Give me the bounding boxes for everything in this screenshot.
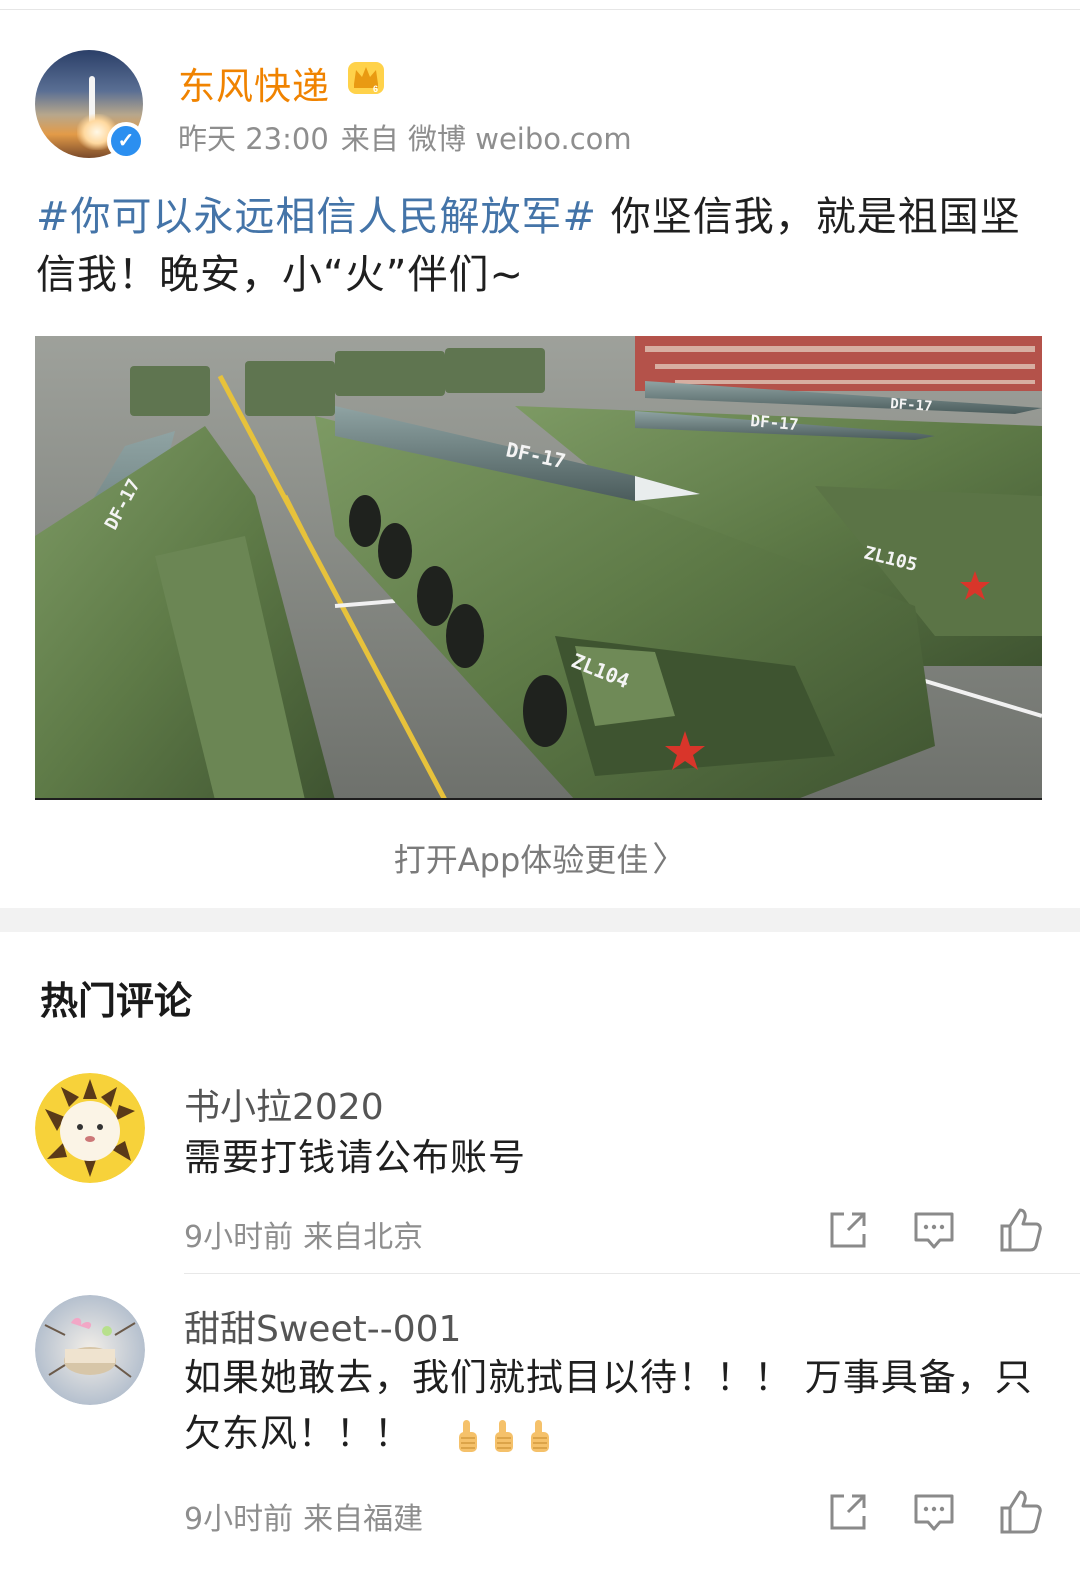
parade-image: DF-17 DF-17 DF-17 DF-17 ZL104 ZL105 — [35, 336, 1042, 798]
comment-time: 9小时前 — [184, 1502, 294, 1537]
comment-icon[interactable] — [910, 1488, 958, 1536]
comment-text-line-1: 如果她敢去，我们就拭目以待！！！ 万事具备，只 — [184, 1356, 1033, 1399]
svg-text:6: 6 — [373, 84, 378, 94]
thumbs-up-icon — [494, 1419, 513, 1452]
comment-author[interactable]: 书小拉2020 — [184, 1078, 384, 1130]
open-app-link[interactable]: 打开App体验更佳〉 — [0, 832, 1080, 881]
lion-avatar[interactable] — [35, 1073, 145, 1183]
comment-text-line-2: 欠东风！！！ — [184, 1406, 1044, 1462]
comment-text: 需要打钱请公布账号 — [184, 1136, 526, 1179]
comment-author[interactable]: 甜甜Sweet--001 — [184, 1300, 461, 1352]
author-name[interactable]: 东风快递 — [178, 56, 330, 110]
post-image[interactable]: DF-17 DF-17 DF-17 DF-17 ZL104 ZL105 — [35, 336, 1042, 800]
thumbs-up-icon — [530, 1419, 549, 1452]
comment-divider — [184, 1273, 1080, 1274]
post-text: #你可以永远相信人民解放军# 你坚信我，就是祖国坚信我！晚安，小“火”伴们~ — [36, 188, 1046, 304]
verified-icon: ✓ — [107, 122, 145, 160]
open-app-label: 打开App体验更佳 — [393, 841, 649, 879]
like-icon[interactable] — [996, 1488, 1044, 1536]
comment-location: 来自北京 — [303, 1220, 424, 1255]
crown-icon[interactable]: 6 — [346, 58, 386, 96]
top-divider — [0, 0, 1080, 10]
share-icon[interactable] — [824, 1206, 872, 1254]
chevron-right-icon: 〉 — [652, 840, 687, 880]
comment-text: 如果她敢去，我们就拭目以待！！！ 万事具备，只 欠东风！！！ — [184, 1350, 1044, 1462]
post-topic-link[interactable]: #你可以永远相信人民解放军# — [36, 194, 597, 240]
comment-icon[interactable] — [910, 1206, 958, 1254]
thumbs-up-icon — [458, 1419, 477, 1452]
hot-comments-title: 热门评论 — [40, 979, 193, 1023]
section-separator — [0, 908, 1080, 932]
comment-actions — [820, 1206, 1050, 1254]
share-icon[interactable] — [824, 1488, 872, 1536]
post-source: 来自 微博 weibo.com — [340, 122, 632, 156]
comment-location: 来自福建 — [303, 1502, 424, 1537]
birthday-cake-avatar[interactable] — [35, 1295, 145, 1405]
comment-text-line-2-text: 欠东风！！！ — [184, 1412, 412, 1455]
post-meta: 昨天 23:00 来自 微博 weibo.com — [178, 116, 632, 158]
comment-time: 9小时前 — [184, 1220, 294, 1255]
comment-actions — [820, 1488, 1050, 1536]
like-icon[interactable] — [996, 1206, 1044, 1254]
image-label-missile-right-1: DF-17 — [890, 396, 933, 415]
comment-meta: 9小时前 来自福建 — [184, 1494, 423, 1538]
post-time: 昨天 23:00 — [178, 122, 329, 156]
comment-meta: 9小时前 来自北京 — [184, 1212, 423, 1256]
